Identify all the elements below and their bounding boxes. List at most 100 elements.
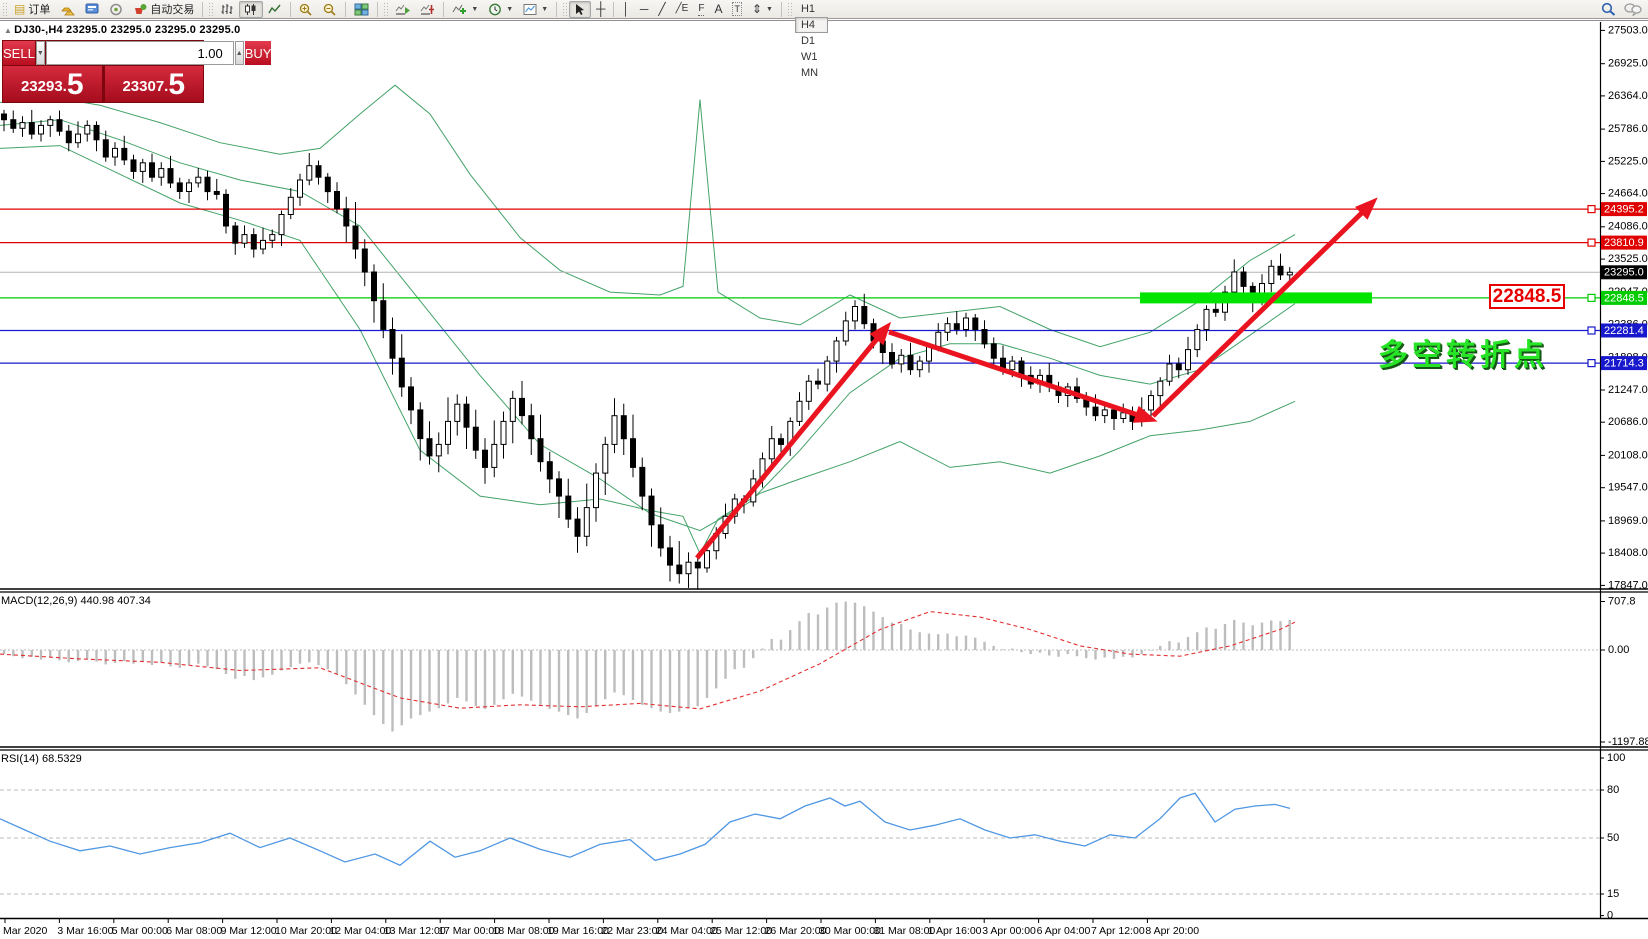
time-axis-label: 9 Mar 12:00 [221,925,277,937]
timeframe-w1[interactable]: W1 [795,49,828,65]
fibonacci-icon: F [698,3,704,16]
time-axis-label: 10 Mar 20:00 [275,925,337,937]
search-icon[interactable] [1601,2,1616,16]
trend-arrow-2 [889,332,1150,419]
price-line-anchor [1588,294,1595,301]
price-tick-label: 25786.0 [1608,123,1648,135]
price-callout-box[interactable]: 22848.5 [1489,284,1565,309]
rsi-axis-label: 15 [1607,888,1619,900]
price-line-anchor [1588,239,1595,246]
chat-icon[interactable] [1624,2,1642,16]
text-icon: A [714,3,722,15]
buy-button[interactable]: BUY [245,41,272,65]
cursor-icon [574,3,586,16]
price-tag-label: 22281.4 [1604,325,1644,337]
signals-button[interactable] [104,1,128,18]
vline-tool-button[interactable]: │ [617,1,635,18]
line-chart-icon [268,3,282,16]
time-axis-label: 30 Mar 00:00 [819,925,881,937]
price-tag-label: 24395.2 [1604,203,1644,215]
timeframe-group: M1M5M15M30H1H4D1W1MN [794,0,829,81]
candle-chart-icon [244,3,258,16]
price-tick-label: 24664.0 [1608,188,1648,200]
tile-windows-button[interactable] [349,1,374,18]
vline-icon: │ [622,3,630,15]
price-tick-label: 24086.0 [1608,221,1648,233]
sell-price-main: 23293. [21,74,67,100]
zoom-out-button[interactable] [318,1,342,18]
text-label-icon: T [732,2,742,16]
gold-bars-icon [60,3,75,16]
new-order-button[interactable]: ▤ 订单 [9,1,55,18]
time-axis-label: 19 Mar 16:00 [547,925,609,937]
rsi-axis-label: 100 [1607,752,1625,764]
time-axis-label: 18 Mar 08:00 [493,925,555,937]
time-axis-label: 3 Mar 16:00 [57,925,113,937]
arrows-tool-button[interactable]: ⇕▼ [747,1,778,18]
sell-price-box[interactable]: 23293.5 [3,66,102,102]
bollinger-upper-band [0,85,1295,347]
one-click-trade-panel: SELL ▼ ▲ BUY 23293.5 23307.5 [2,40,204,103]
toolbar-drag-handle[interactable] [2,2,7,16]
add-indicator-caret: ▼ [471,6,478,13]
price-tick-label: 20108.0 [1608,449,1648,461]
add-indicator-button[interactable]: ▼ [447,1,483,18]
time-axis-label: 17 Mar 00:00 [438,925,500,937]
hline-tool-button[interactable]: ─ [635,1,654,18]
hline-icon: ─ [640,3,649,15]
channel-tool-button[interactable]: ╱E [671,1,694,18]
cursor-tool-button[interactable] [569,1,591,18]
time-axis-label: 5 Mar 00:00 [112,925,168,937]
price-line-anchor [1588,360,1595,367]
periods-button[interactable]: ▼ [483,1,518,18]
buy-price-pip: 5 [168,70,185,100]
application-window: 27503.026925.026364.025786.025225.024664… [0,0,1648,939]
time-axis-label: 13 Mar 12:00 [384,925,446,937]
fibonacci-tool-button[interactable]: F [693,1,709,18]
autotrade-button[interactable]: 自动交易 [128,1,199,18]
crosshair-tool-button[interactable]: ┼ [591,1,610,18]
zoom-in-button[interactable] [294,1,318,18]
bar-chart-button[interactable] [215,1,239,18]
time-axis-label: 1 Apr 16:00 [928,925,982,937]
timeframe-h4[interactable]: H4 [795,17,828,33]
auto-scroll-button[interactable] [390,1,415,18]
price-tick-label: 25225.0 [1608,155,1648,167]
volume-decrease-button[interactable]: ▼ [36,41,45,65]
candle-chart-button[interactable] [239,1,263,18]
arrows-icon: ⇕ [752,3,762,15]
buy-price-box[interactable]: 23307.5 [105,66,204,102]
chart-canvas[interactable]: 27503.026925.026364.025786.025225.024664… [0,0,1648,939]
templates-button[interactable]: ▼ [518,1,553,18]
sell-button[interactable]: SELL [3,41,35,65]
time-axis-label: 6 Mar 08:00 [166,925,222,937]
rsi-line [0,793,1290,865]
arrows-caret: ▼ [766,6,773,13]
text-label-tool-button[interactable]: T [727,1,747,18]
trendline-tool-button[interactable]: ╱ [653,1,670,18]
line-chart-button[interactable] [263,1,287,18]
templates-caret: ▼ [541,6,548,13]
timeframe-d1[interactable]: D1 [795,33,828,49]
text-tool-button[interactable]: A [709,1,727,18]
time-axis-label: 3 Apr 00:00 [982,925,1036,937]
timeframe-h1[interactable]: H1 [795,1,828,17]
timeframe-mn[interactable]: MN [795,65,828,81]
macd-axis-label: 0.00 [1608,644,1629,656]
gold-bars-button[interactable] [55,1,80,18]
clock-icon [488,3,502,16]
volume-input[interactable] [46,41,234,65]
zoom-out-icon [323,3,337,16]
macd-indicator-label: MACD(12,26,9) 440.98 407.34 [1,595,151,607]
price-tick-label: 26925.0 [1608,58,1648,70]
chart-shift-icon [420,3,435,16]
time-axis-label: 31 Mar 08:00 [873,925,935,937]
volume-increase-button[interactable]: ▲ [235,41,244,65]
chart-shift-button[interactable] [415,1,440,18]
terminal-button[interactable] [80,1,104,18]
price-tick-label: 19547.0 [1608,482,1648,494]
periods-caret: ▼ [506,6,513,13]
price-tag-label: 21714.3 [1604,358,1644,370]
channel-icon: ╱E [676,3,689,15]
order-icon: ▤ [14,3,25,15]
